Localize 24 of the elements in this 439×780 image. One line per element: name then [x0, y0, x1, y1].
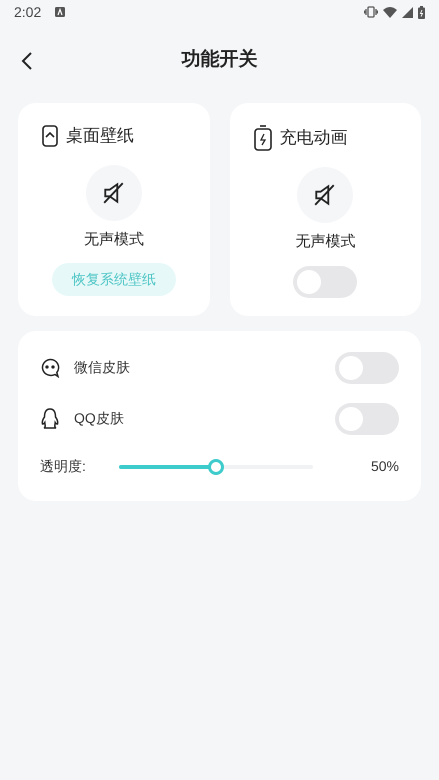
signal-icon [402, 6, 413, 18]
notification-icon [55, 7, 66, 17]
restore-wallpaper-button[interactable]: 恢复系统壁纸 [52, 263, 176, 296]
mode-label: 无声模式 [84, 230, 144, 250]
status-time: 2:02 [14, 2, 42, 22]
skin-label: QQ皮肤 [74, 409, 124, 428]
toggle-switch[interactable] [335, 352, 399, 384]
penguin-icon [41, 408, 59, 429]
card-title: 桌面壁纸 [66, 125, 134, 147]
skin-label: 微信皮肤 [74, 358, 130, 377]
card-title: 充电动画 [280, 127, 348, 150]
chat-bubble-icon [40, 358, 60, 378]
wifi-icon [383, 6, 397, 18]
opacity-label: 透明度: [40, 457, 87, 476]
page-title: 功能开关 [182, 48, 258, 72]
toggle-switch[interactable] [293, 266, 358, 298]
mode-label: 无声模式 [295, 232, 356, 252]
opacity-value: 50% [370, 457, 399, 476]
toggle-switch[interactable] [335, 402, 399, 434]
wallpaper-icon [42, 124, 58, 147]
slider-thumb[interactable] [208, 458, 224, 474]
vibrate-icon [364, 6, 378, 18]
battery-charging-icon [254, 125, 272, 151]
battery-icon [418, 6, 425, 18]
